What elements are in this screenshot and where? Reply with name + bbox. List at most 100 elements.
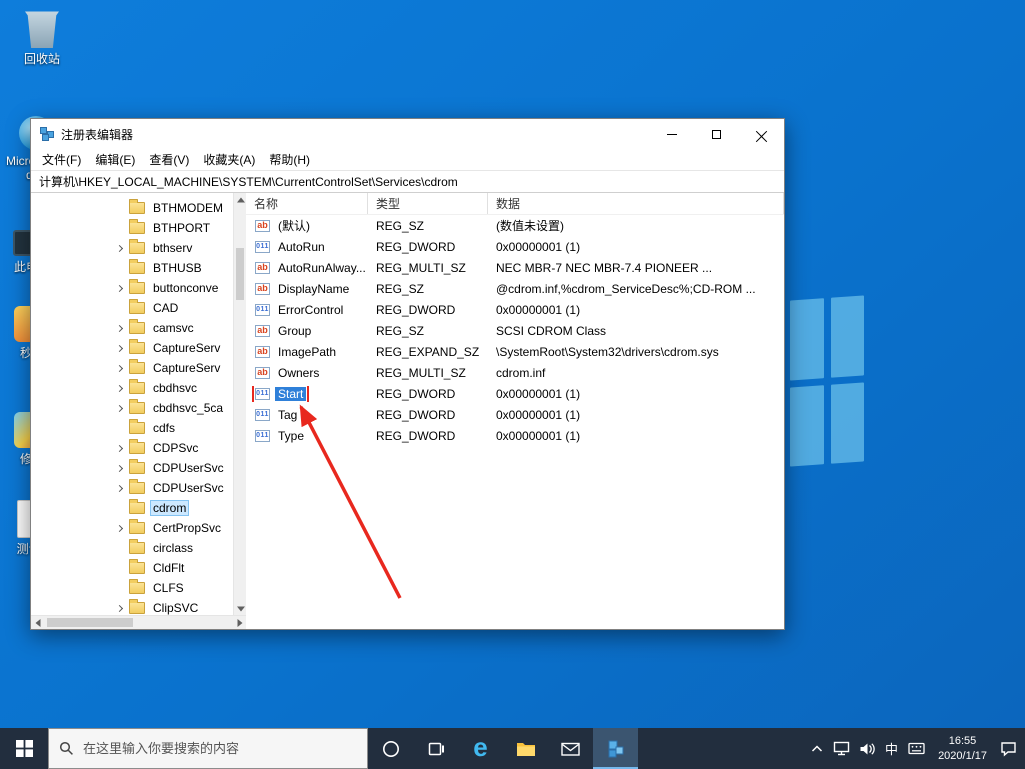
value-data: (数值未设置) [496, 219, 564, 233]
registry-value-row[interactable]: Start REG_DWORD 0x00000001 (1) [246, 383, 784, 404]
desktop-icon[interactable]: 回收站 [10, 10, 74, 66]
value-name-cell: Tag [246, 407, 368, 423]
registry-value-row[interactable]: ImagePath REG_EXPAND_SZ \SystemRoot\Syst… [246, 341, 784, 362]
tree-item[interactable]: cdfs [31, 418, 233, 438]
tree-item[interactable]: camsvc [31, 318, 233, 338]
registry-value-row[interactable]: AutoRunAlway... REG_MULTI_SZ NEC MBR-7 N… [246, 257, 784, 278]
scroll-right-arrow-icon[interactable] [233, 616, 246, 629]
tree-item-label: CaptureServ [153, 341, 221, 355]
value-type: REG_SZ [376, 218, 425, 233]
menu-item[interactable]: 收藏夹(A) [196, 151, 262, 168]
chevron-right-icon[interactable] [115, 464, 124, 472]
registry-value-row[interactable]: Tag REG_DWORD 0x00000001 (1) [246, 404, 784, 425]
taskbar-search[interactable] [48, 728, 368, 769]
chevron-right-icon[interactable] [115, 604, 124, 612]
tree-item[interactable]: cbdhsvc [31, 378, 233, 398]
mail-button[interactable] [548, 728, 593, 769]
registry-editor-taskbar-button[interactable] [593, 728, 638, 769]
tree-item[interactable]: CaptureServ [31, 358, 233, 378]
value-name-cell: (默认) [246, 216, 368, 235]
tree-item[interactable]: CertPropSvc [31, 518, 233, 538]
tree-item[interactable]: CDPSvc [31, 438, 233, 458]
chevron-right-icon[interactable] [115, 484, 124, 492]
tree-item[interactable]: BTHUSB [31, 258, 233, 278]
registry-value-row[interactable]: (默认) REG_SZ (数值未设置) [246, 215, 784, 236]
value-name-cell: Start [246, 385, 368, 402]
scroll-left-arrow-icon[interactable] [31, 616, 44, 629]
value-name: Tag [278, 407, 298, 422]
address-text: 计算机\HKEY_LOCAL_MACHINE\SYSTEM\CurrentCon… [39, 175, 458, 189]
chevron-right-icon[interactable] [115, 284, 124, 292]
column-header[interactable]: 类型 [368, 193, 488, 214]
registry-value-row[interactable]: Owners REG_MULTI_SZ cdrom.inf [246, 362, 784, 383]
registry-value-row[interactable]: ErrorControl REG_DWORD 0x00000001 (1) [246, 299, 784, 320]
menu-item[interactable]: 编辑(E) [88, 151, 142, 168]
task-view-button[interactable] [413, 728, 458, 769]
registry-value-row[interactable]: DisplayName REG_SZ @cdrom.inf,%cdrom_Ser… [246, 278, 784, 299]
chevron-right-icon[interactable] [115, 364, 124, 372]
chevron-right-icon[interactable] [115, 244, 124, 252]
start-button[interactable] [0, 728, 48, 769]
value-name: Group [278, 323, 312, 338]
tree-item[interactable]: buttonconve [31, 278, 233, 298]
column-header[interactable]: 名称 [246, 193, 368, 214]
network-icon[interactable] [829, 728, 854, 769]
tree-item[interactable]: CldFlt [31, 558, 233, 578]
file-explorer-button[interactable] [503, 728, 548, 769]
registry-value-row[interactable]: AutoRun REG_DWORD 0x00000001 (1) [246, 236, 784, 257]
cortana-button[interactable] [368, 728, 413, 769]
tree-vertical-scrollbar[interactable] [233, 193, 246, 615]
tree-item[interactable]: CAD [31, 298, 233, 318]
tree-item[interactable]: ClipSVC [31, 598, 233, 615]
minimize-button[interactable] [649, 119, 694, 149]
registry-value-row[interactable]: Group REG_SZ SCSI CDROM Class [246, 320, 784, 341]
chevron-right-icon[interactable] [115, 344, 124, 352]
tree-item-label: cdfs [153, 421, 176, 435]
touch-keyboard-icon[interactable] [904, 728, 929, 769]
column-header[interactable]: 数据 [488, 193, 784, 214]
tree-item[interactable]: BTHMODEM [31, 198, 233, 218]
tray-expand-chevron-icon[interactable] [804, 728, 829, 769]
tree-horizontal-scrollbar[interactable] [31, 615, 246, 629]
menu-item[interactable]: 帮助(H) [262, 151, 317, 168]
chevron-right-icon[interactable] [115, 384, 124, 392]
registry-value-row[interactable]: Type REG_DWORD 0x00000001 (1) [246, 425, 784, 446]
titlebar[interactable]: 注册表编辑器 [31, 119, 784, 149]
clock[interactable]: 16:55 2020/1/17 [929, 734, 996, 764]
tree-item[interactable]: cbdhsvc_5ca [31, 398, 233, 418]
close-button[interactable] [739, 119, 784, 149]
tree-item[interactable]: CDPUserSvc [31, 478, 233, 498]
tree-item[interactable]: bthserv [31, 238, 233, 258]
tree-item[interactable]: CaptureServ [31, 338, 233, 358]
menu-item[interactable]: 文件(F) [35, 151, 88, 168]
action-center-icon[interactable] [996, 728, 1021, 769]
value-type-icon [255, 261, 270, 274]
search-input[interactable] [83, 741, 357, 756]
horizontal-scrollbar-thumb[interactable] [47, 618, 133, 627]
ime-indicator[interactable]: 中 [879, 728, 904, 769]
value-data: 0x00000001 (1) [496, 407, 581, 422]
tree-item[interactable]: CDPUserSvc [31, 458, 233, 478]
registry-editor-icon [608, 740, 623, 757]
tree-item-label: ClipSVC [153, 601, 199, 615]
tree-item[interactable]: circlass [31, 538, 233, 558]
tree-item[interactable]: BTHPORT [31, 218, 233, 238]
chevron-right-icon[interactable] [115, 324, 124, 332]
folder-icon [129, 239, 145, 254]
taskbar: e 中 16:55 [0, 728, 1025, 769]
address-bar[interactable]: 计算机\HKEY_LOCAL_MACHINE\SYSTEM\CurrentCon… [31, 170, 784, 193]
tree-item[interactable]: CLFS [31, 578, 233, 598]
volume-icon[interactable] [854, 728, 879, 769]
chevron-right-icon[interactable] [115, 444, 124, 452]
maximize-button[interactable] [694, 119, 739, 149]
value-data: NEC MBR-7 NEC MBR-7.4 PIONEER ... [496, 260, 713, 275]
value-name: AutoRunAlway... [278, 260, 366, 275]
tree-item[interactable]: cdrom [31, 498, 233, 518]
chevron-right-icon[interactable] [115, 524, 124, 532]
vertical-scrollbar-thumb[interactable] [236, 248, 244, 300]
edge-button[interactable]: e [458, 728, 503, 769]
chevron-right-icon[interactable] [115, 404, 124, 412]
tree-item-label: CldFlt [153, 561, 185, 575]
menu-item[interactable]: 查看(V) [142, 151, 196, 168]
value-name-wrap: AutoRunAlway... [254, 260, 368, 276]
